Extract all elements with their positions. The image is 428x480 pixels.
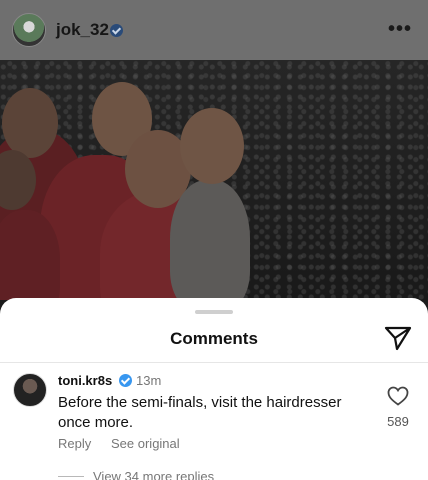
drag-handle[interactable] bbox=[195, 310, 233, 314]
player-head bbox=[180, 108, 244, 184]
comment-timestamp: 13m bbox=[136, 373, 162, 388]
see-original-button[interactable]: See original bbox=[111, 436, 180, 451]
heart-icon[interactable] bbox=[387, 386, 409, 406]
like-count: 589 bbox=[387, 414, 409, 429]
verified-badge-icon bbox=[110, 24, 123, 37]
post-photo[interactable] bbox=[0, 60, 428, 300]
commenter-avatar[interactable] bbox=[13, 373, 47, 407]
post-author-username[interactable]: jok_32 bbox=[56, 20, 109, 40]
post-header: jok_32 ••• bbox=[0, 0, 428, 60]
replies-divider-line bbox=[58, 476, 84, 477]
commenter-username[interactable]: toni.kr8s bbox=[58, 373, 112, 388]
view-more-replies-button[interactable]: View 34 more replies bbox=[93, 469, 214, 480]
player-head bbox=[2, 88, 58, 158]
header-divider bbox=[0, 362, 428, 363]
comments-sheet: Comments toni.kr8s 13m Before the semi-f… bbox=[0, 298, 428, 480]
player-figure bbox=[170, 180, 250, 300]
verified-badge-icon bbox=[119, 374, 132, 387]
send-icon[interactable] bbox=[384, 325, 412, 351]
comments-title: Comments bbox=[170, 329, 258, 348]
comment-text: Before the semi-finals, visit the hairdr… bbox=[58, 394, 342, 431]
post-author-avatar[interactable] bbox=[12, 13, 46, 47]
more-options-icon[interactable]: ••• bbox=[388, 18, 412, 41]
reply-button[interactable]: Reply bbox=[58, 436, 91, 451]
